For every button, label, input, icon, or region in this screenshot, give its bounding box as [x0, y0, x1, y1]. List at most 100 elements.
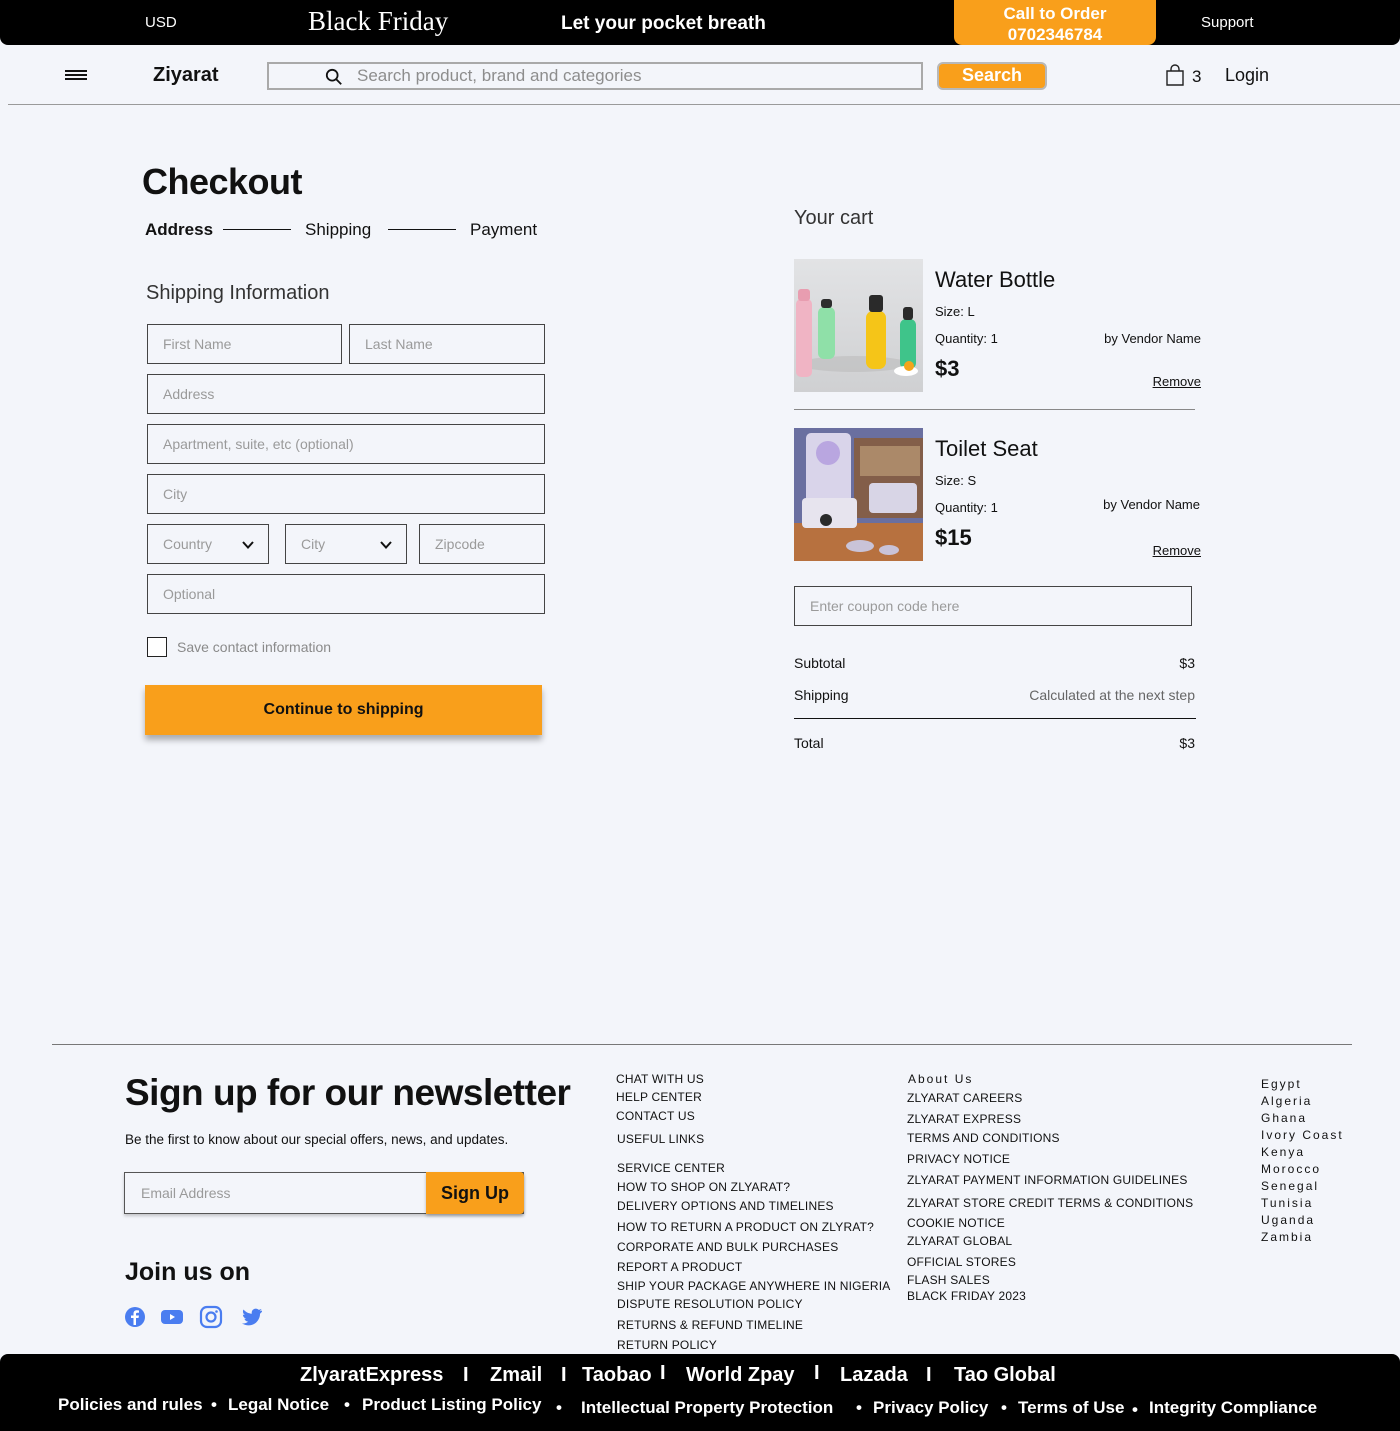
step-divider — [223, 229, 291, 230]
footer-link[interactable]: DELIVERY OPTIONS AND TIMELINES — [617, 1199, 834, 1213]
coupon-input[interactable] — [795, 587, 1191, 625]
subtotal-value: $3 — [1179, 655, 1195, 671]
partner-link[interactable]: ZlyaratExpress — [300, 1364, 443, 1387]
partner-link[interactable]: World Zpay — [686, 1364, 795, 1387]
footer-link[interactable]: DISPUTE RESOLUTION POLICY — [617, 1297, 803, 1311]
separator: • — [211, 1395, 217, 1414]
instagram-icon[interactable] — [199, 1305, 223, 1329]
optional-input[interactable] — [148, 575, 544, 613]
promo-text: Black Friday — [308, 6, 449, 36]
footer-link[interactable]: SERVICE CENTER — [617, 1161, 725, 1175]
separator: I — [926, 1364, 932, 1386]
footer-link[interactable]: REPORT A PRODUCT — [617, 1260, 742, 1274]
save-contact-checkbox[interactable] — [147, 637, 167, 657]
coupon-field — [794, 586, 1192, 626]
newsletter-email-input[interactable] — [125, 1173, 425, 1213]
youtube-icon[interactable] — [160, 1305, 184, 1329]
footer-link[interactable]: USEFUL LINKS — [617, 1132, 704, 1146]
partner-link[interactable]: Tao Global — [954, 1364, 1056, 1387]
footer-link[interactable]: CORPORATE AND BULK PURCHASES — [617, 1240, 838, 1254]
policy-link[interactable]: Policies and rules — [58, 1395, 203, 1415]
footer-link[interactable]: ZLYARAT STORE CREDIT TERMS & CONDITIONS — [907, 1196, 1193, 1210]
country-link[interactable]: Kenya — [1261, 1145, 1305, 1159]
footer-link[interactable]: BLACK FRIDAY 2023 — [907, 1289, 1026, 1303]
footer-link[interactable]: ZLYARAT CAREERS — [907, 1091, 1022, 1105]
twitter-icon[interactable] — [240, 1305, 264, 1329]
hamburger-menu-icon[interactable] — [65, 70, 87, 80]
cart-item-price: $3 — [935, 356, 960, 381]
support-link[interactable]: Support — [1201, 14, 1254, 31]
remove-item-button[interactable]: Remove — [1153, 374, 1201, 389]
footer-link[interactable]: ZLYARAT EXPRESS — [907, 1112, 1021, 1126]
footer-divider — [52, 1044, 1352, 1045]
city-field — [147, 474, 545, 514]
policy-link[interactable]: Legal Notice — [228, 1395, 329, 1415]
login-link[interactable]: Login — [1225, 65, 1269, 86]
currency-selector[interactable]: USD — [145, 14, 177, 31]
call-number: 0702346784 — [1007, 25, 1103, 44]
continue-to-shipping-button[interactable]: Continue to shipping — [145, 685, 542, 735]
footer-link[interactable]: CONTACT US — [616, 1109, 695, 1123]
country-link[interactable]: Uganda — [1261, 1213, 1315, 1227]
zipcode-field — [419, 524, 545, 564]
separator: • — [556, 1398, 562, 1417]
facebook-icon[interactable] — [123, 1305, 147, 1329]
address-input[interactable] — [148, 375, 544, 413]
step-address[interactable]: Address — [145, 220, 213, 240]
footer-link[interactable]: HELP CENTER — [616, 1090, 702, 1104]
apartment-field — [147, 424, 545, 464]
policy-link[interactable]: Privacy Policy — [873, 1398, 988, 1418]
site-logo[interactable]: Ziyarat — [153, 64, 219, 87]
country-link[interactable]: Zambia — [1261, 1230, 1313, 1244]
call-to-order-button[interactable]: Call to Order 0702346784 — [954, 0, 1156, 45]
city-select[interactable]: City — [285, 524, 407, 564]
step-shipping[interactable]: Shipping — [305, 220, 371, 240]
policy-link[interactable]: Terms of Use — [1018, 1398, 1124, 1418]
partner-link[interactable]: Taobao — [582, 1364, 652, 1387]
cart-item-name: Water Bottle — [935, 267, 1056, 292]
separator: I — [814, 1362, 820, 1384]
remove-item-button[interactable]: Remove — [1153, 543, 1201, 558]
partner-link[interactable]: Zmail — [490, 1364, 542, 1387]
step-payment[interactable]: Payment — [470, 220, 537, 240]
subtotal-label: Subtotal — [794, 655, 846, 671]
partner-link[interactable]: Lazada — [840, 1364, 908, 1387]
last-name-input[interactable] — [350, 325, 544, 363]
country-link[interactable]: Egypt — [1261, 1077, 1302, 1091]
first-name-input[interactable] — [148, 325, 341, 363]
footer-link[interactable]: HOW TO SHOP ON ZLYARAT? — [617, 1180, 790, 1194]
policy-link[interactable]: Intellectual Property Protection — [581, 1398, 833, 1418]
search-input[interactable] — [357, 66, 897, 86]
footer-link[interactable]: PRIVACY NOTICE — [907, 1152, 1010, 1166]
footer-link[interactable]: About Us — [908, 1072, 973, 1086]
country-link[interactable]: Tunisia — [1261, 1196, 1313, 1210]
cart-item-price: $15 — [935, 525, 972, 550]
policy-link[interactable]: Product Listing Policy — [362, 1395, 541, 1415]
country-link[interactable]: Senegal — [1261, 1179, 1319, 1193]
cart-item: Toilet Seat Size: S Quantity: 1 by Vendo… — [794, 428, 1201, 561]
policy-link[interactable]: Integrity Compliance — [1149, 1398, 1317, 1418]
footer-link[interactable]: FLASH SALES — [907, 1273, 990, 1287]
search-button[interactable]: Search — [937, 62, 1047, 90]
country-link[interactable]: Ivory Coast — [1261, 1128, 1344, 1142]
footer-link[interactable]: HOW TO RETURN A PRODUCT ON ZLYRAT? — [617, 1220, 874, 1234]
footer-link[interactable]: OFFICIAL STORES — [907, 1255, 1016, 1269]
country-link[interactable]: Ghana — [1261, 1111, 1307, 1125]
shopping-bag-icon[interactable] — [1165, 64, 1185, 86]
country-link[interactable]: Algeria — [1261, 1094, 1312, 1108]
footer-link[interactable]: ZLYARAT PAYMENT INFORMATION GUIDELINES — [907, 1173, 1188, 1187]
page-title: Checkout — [142, 161, 303, 202]
country-link[interactable]: Morocco — [1261, 1162, 1321, 1176]
footer-link[interactable]: TERMS AND CONDITIONS — [907, 1131, 1060, 1145]
footer-link[interactable]: RETURNS & REFUND TIMELINE — [617, 1318, 803, 1332]
newsletter-signup-button[interactable]: Sign Up — [426, 1172, 524, 1214]
city-input[interactable] — [148, 475, 544, 513]
apartment-input[interactable] — [148, 425, 544, 463]
footer-link[interactable]: COOKIE NOTICE — [907, 1216, 1005, 1230]
zipcode-input[interactable] — [420, 525, 544, 563]
footer-link[interactable]: ZLYARAT GLOBAL — [907, 1234, 1012, 1248]
footer-link[interactable]: RETURN POLICY — [617, 1338, 717, 1352]
footer-link[interactable]: SHIP YOUR PACKAGE ANYWHERE IN NIGERIA — [617, 1279, 890, 1293]
country-select[interactable]: Country — [147, 524, 269, 564]
footer-link[interactable]: CHAT WITH US — [616, 1072, 704, 1086]
